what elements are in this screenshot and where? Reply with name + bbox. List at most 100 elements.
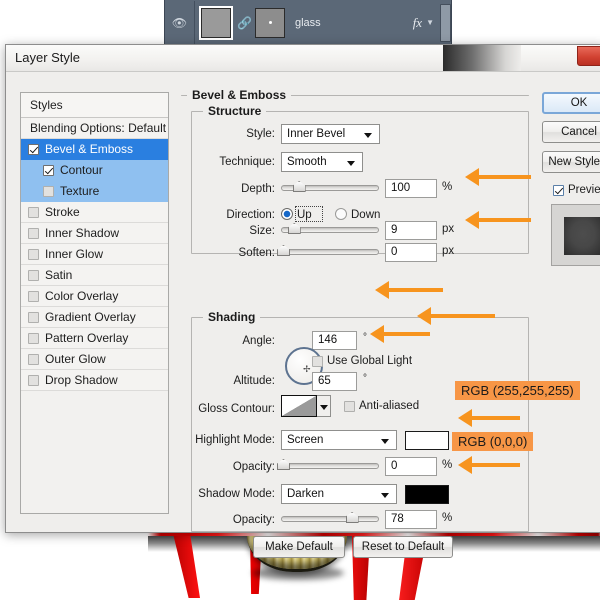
layer-mask-thumbnail[interactable] <box>255 8 285 38</box>
depth-slider[interactable] <box>281 181 379 195</box>
size-slider[interactable] <box>281 223 379 237</box>
style-dropdown[interactable]: Inner Bevel <box>281 124 380 144</box>
close-icon[interactable] <box>577 46 600 66</box>
checkbox-pattern-overlay[interactable] <box>28 333 39 344</box>
styles-item-blending-options[interactable]: Blending Options: Default <box>21 118 168 139</box>
technique-label: Technique: <box>191 156 275 168</box>
highlight-mode-value: Screen <box>287 434 323 446</box>
styles-item-outer-glow[interactable]: Outer Glow <box>21 349 168 370</box>
styles-item-label: Color Overlay <box>45 289 118 303</box>
styles-list-pane: Styles Blending Options: Default Bevel &… <box>20 92 169 514</box>
arrow-highlight-opacity <box>458 409 520 427</box>
checkbox-color-overlay[interactable] <box>28 291 39 302</box>
styles-item-inner-shadow[interactable]: Inner Shadow <box>21 223 168 244</box>
checkbox-bevel-emboss[interactable] <box>28 144 39 155</box>
styles-item-contour[interactable]: Contour <box>21 160 168 181</box>
shadow-opacity-thumb[interactable] <box>346 512 359 523</box>
ok-button[interactable]: OK <box>542 92 600 114</box>
highlight-mode-dropdown[interactable]: Screen <box>281 430 397 450</box>
checkbox-texture[interactable] <box>43 186 54 197</box>
styles-item-stroke[interactable]: Stroke <box>21 202 168 223</box>
checkbox-gradient-overlay[interactable] <box>28 312 39 323</box>
styles-item-inner-glow[interactable]: Inner Glow <box>21 244 168 265</box>
checkbox-contour[interactable] <box>43 165 54 176</box>
checkbox-preview[interactable] <box>553 185 564 196</box>
highlight-opacity-input[interactable]: 0 <box>385 457 437 476</box>
checkbox-use-global-light[interactable] <box>312 356 323 367</box>
size-input[interactable]: 9 <box>385 221 437 240</box>
checkbox-satin[interactable] <box>28 270 39 281</box>
dialog-titlebar[interactable]: Layer Style <box>6 45 600 72</box>
shadow-opacity-slider[interactable] <box>281 512 379 526</box>
styles-item-satin[interactable]: Satin <box>21 265 168 286</box>
highlight-color-swatch[interactable] <box>405 431 449 450</box>
arrow-use-global-light <box>417 307 495 325</box>
layers-scrollbar[interactable] <box>440 4 451 42</box>
gloss-contour-label: Gloss Contour: <box>177 403 275 415</box>
fx-icon[interactable]: fx <box>413 15 422 31</box>
size-slider-thumb[interactable] <box>288 223 301 234</box>
soften-slider-track <box>281 249 379 255</box>
cancel-button[interactable]: Cancel <box>542 121 600 143</box>
styles-item-pattern-overlay[interactable]: Pattern Overlay <box>21 328 168 349</box>
shadow-opacity-unit: % <box>442 512 452 524</box>
technique-dropdown[interactable]: Smooth <box>281 152 363 172</box>
altitude-input[interactable]: 65 <box>312 372 357 391</box>
make-default-button[interactable]: Make Default <box>253 536 345 558</box>
chevron-down-icon[interactable]: ▼ <box>426 18 434 27</box>
checkbox-inner-shadow[interactable] <box>28 228 39 239</box>
angle-dial-cursor-icon: ✢ <box>303 364 311 375</box>
link-icon[interactable]: 🔗 <box>237 16 252 30</box>
layers-palette: 👁 🔗 glass fx ▼ <box>164 0 452 46</box>
checkbox-anti-aliased[interactable] <box>344 401 355 412</box>
angle-input[interactable]: 146 <box>312 331 357 350</box>
arrow-altitude <box>370 325 430 343</box>
styles-item-label: Outer Glow <box>45 352 106 366</box>
technique-dropdown-value: Smooth <box>287 156 327 168</box>
angle-unit: ° <box>363 332 367 343</box>
new-style-button[interactable]: New Style... <box>542 151 600 173</box>
soften-input[interactable]: 0 <box>385 243 437 262</box>
checkbox-drop-shadow[interactable] <box>28 375 39 386</box>
styles-header: Styles <box>21 93 168 118</box>
gloss-contour-dropdown[interactable] <box>317 395 331 417</box>
styles-item-drop-shadow[interactable]: Drop Shadow <box>21 370 168 391</box>
soften-slider[interactable] <box>281 245 379 259</box>
styles-item-color-overlay[interactable]: Color Overlay <box>21 286 168 307</box>
size-unit: px <box>442 223 454 235</box>
shadow-color-swatch[interactable] <box>405 485 449 504</box>
eye-icon[interactable]: 👁 <box>165 1 195 45</box>
chevron-down-icon <box>381 439 389 444</box>
styles-item-gradient-overlay[interactable]: Gradient Overlay <box>21 307 168 328</box>
shadow-opacity-input[interactable]: 78 <box>385 510 437 529</box>
reset-to-default-button[interactable]: Reset to Default <box>353 536 453 558</box>
styles-item-bevel-emboss[interactable]: Bevel & Emboss <box>21 139 168 160</box>
highlight-opacity-slider[interactable] <box>281 459 379 473</box>
layer-name[interactable]: glass <box>295 17 413 29</box>
shadow-opacity-label: Opacity: <box>191 514 275 526</box>
radio-direction-down[interactable] <box>335 208 347 220</box>
highlight-mode-label: Highlight Mode: <box>171 434 275 446</box>
style-preview <box>551 204 600 266</box>
soften-unit: px <box>442 245 454 257</box>
depth-slider-thumb[interactable] <box>293 181 306 192</box>
styles-item-label: Inner Shadow <box>45 226 119 240</box>
styles-item-label: Bevel & Emboss <box>45 142 133 156</box>
altitude-label: Altitude: <box>187 375 275 387</box>
checkbox-inner-glow[interactable] <box>28 249 39 260</box>
depth-input[interactable]: 100 <box>385 179 437 198</box>
styles-item-texture[interactable]: Texture <box>21 181 168 202</box>
arrow-size <box>465 211 531 229</box>
layer-row-glass[interactable]: 🔗 glass fx ▼ <box>195 1 440 45</box>
radio-direction-up[interactable] <box>281 208 293 220</box>
anti-aliased-label: Anti-aliased <box>359 400 459 412</box>
titlebar-shading <box>443 45 521 71</box>
gloss-contour-curve-icon <box>282 396 316 416</box>
layer-thumbnail[interactable] <box>201 8 231 38</box>
gloss-contour-preview[interactable] <box>281 395 317 417</box>
depth-unit: % <box>442 181 452 193</box>
shadow-mode-dropdown[interactable]: Darken <box>281 484 397 504</box>
checkbox-stroke[interactable] <box>28 207 39 218</box>
checkbox-outer-glow[interactable] <box>28 354 39 365</box>
size-label: Size: <box>191 225 275 237</box>
